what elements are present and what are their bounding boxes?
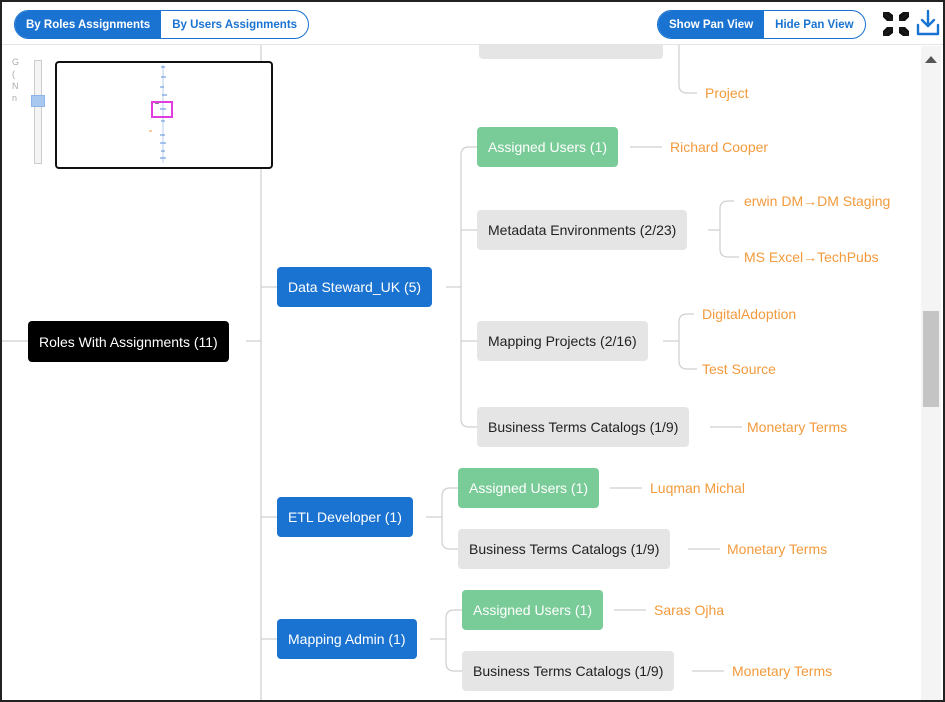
tree-leaf-user[interactable]: Richard Cooper: [670, 139, 768, 155]
scroll-up-arrow-icon[interactable]: [925, 56, 937, 63]
tree-group-business-terms-catalogs[interactable]: Business Terms Catalogs (1/9): [462, 651, 675, 691]
tree-group-business-terms-catalogs[interactable]: Business Terms Catalogs (1/9): [477, 407, 690, 447]
fit-to-screen-icon[interactable]: [880, 8, 912, 40]
tree-node-partial[interactable]: [479, 45, 663, 59]
tree-leaf-catalog[interactable]: Monetary Terms: [747, 419, 847, 435]
tree-role-etl-developer[interactable]: ETL Developer (1): [277, 497, 413, 537]
pan-view-toggle: Show Pan View Hide Pan View: [657, 10, 866, 39]
tree-group-mapping-projects[interactable]: Mapping Projects (2/16): [477, 321, 648, 361]
vertical-scrollbar[interactable]: [921, 46, 941, 700]
by-users-assignments-tab[interactable]: By Users Assignments: [161, 11, 308, 38]
tree-leaf-user[interactable]: Luqman Michal: [650, 480, 745, 496]
tree-leaf-environment[interactable]: erwin DM→DM Staging: [744, 193, 890, 209]
zoom-slider-handle[interactable]: [31, 95, 45, 107]
tree-group-assigned-users[interactable]: Assigned Users (1): [462, 590, 604, 630]
tree-root-node[interactable]: Roles With Assignments (11): [28, 321, 229, 362]
tree-group-business-terms-catalogs[interactable]: Business Terms Catalogs (1/9): [458, 529, 671, 569]
by-roles-assignments-tab[interactable]: By Roles Assignments: [15, 11, 162, 38]
minimap-viewport-indicator[interactable]: [151, 101, 173, 118]
tree-leaf-project[interactable]: Project: [705, 85, 749, 101]
tree-group-assigned-users[interactable]: Assigned Users (1): [477, 127, 619, 167]
tree-group-assigned-users[interactable]: Assigned Users (1): [458, 468, 600, 508]
vertical-scrollbar-thumb[interactable]: [923, 311, 939, 407]
view-mode-toggle: By Roles Assignments By Users Assignment…: [14, 10, 310, 39]
tree-role-mapping-admin[interactable]: Mapping Admin (1): [277, 619, 417, 659]
tree-leaf-environment[interactable]: MS Excel→TechPubs: [744, 249, 879, 265]
download-icon[interactable]: [914, 8, 945, 40]
show-pan-view-button[interactable]: Show Pan View: [658, 11, 765, 38]
tree-leaf-catalog[interactable]: Monetary Terms: [727, 541, 827, 557]
zoom-slider-track[interactable]: [34, 60, 42, 164]
tree-group-metadata-environments[interactable]: Metadata Environments (2/23): [477, 210, 688, 250]
tree-leaf-catalog[interactable]: Monetary Terms: [732, 663, 832, 679]
tree-role-data-steward-uk[interactable]: Data Steward_UK (5): [277, 267, 433, 307]
hide-pan-view-button[interactable]: Hide Pan View: [764, 11, 864, 38]
tree-leaf-mapping-project[interactable]: Test Source: [702, 361, 776, 377]
tree-leaf-user[interactable]: Saras Ojha: [654, 602, 724, 618]
tree-leaf-mapping-project[interactable]: DigitalAdoption: [702, 306, 796, 322]
pan-view-minimap[interactable]: [55, 61, 273, 169]
